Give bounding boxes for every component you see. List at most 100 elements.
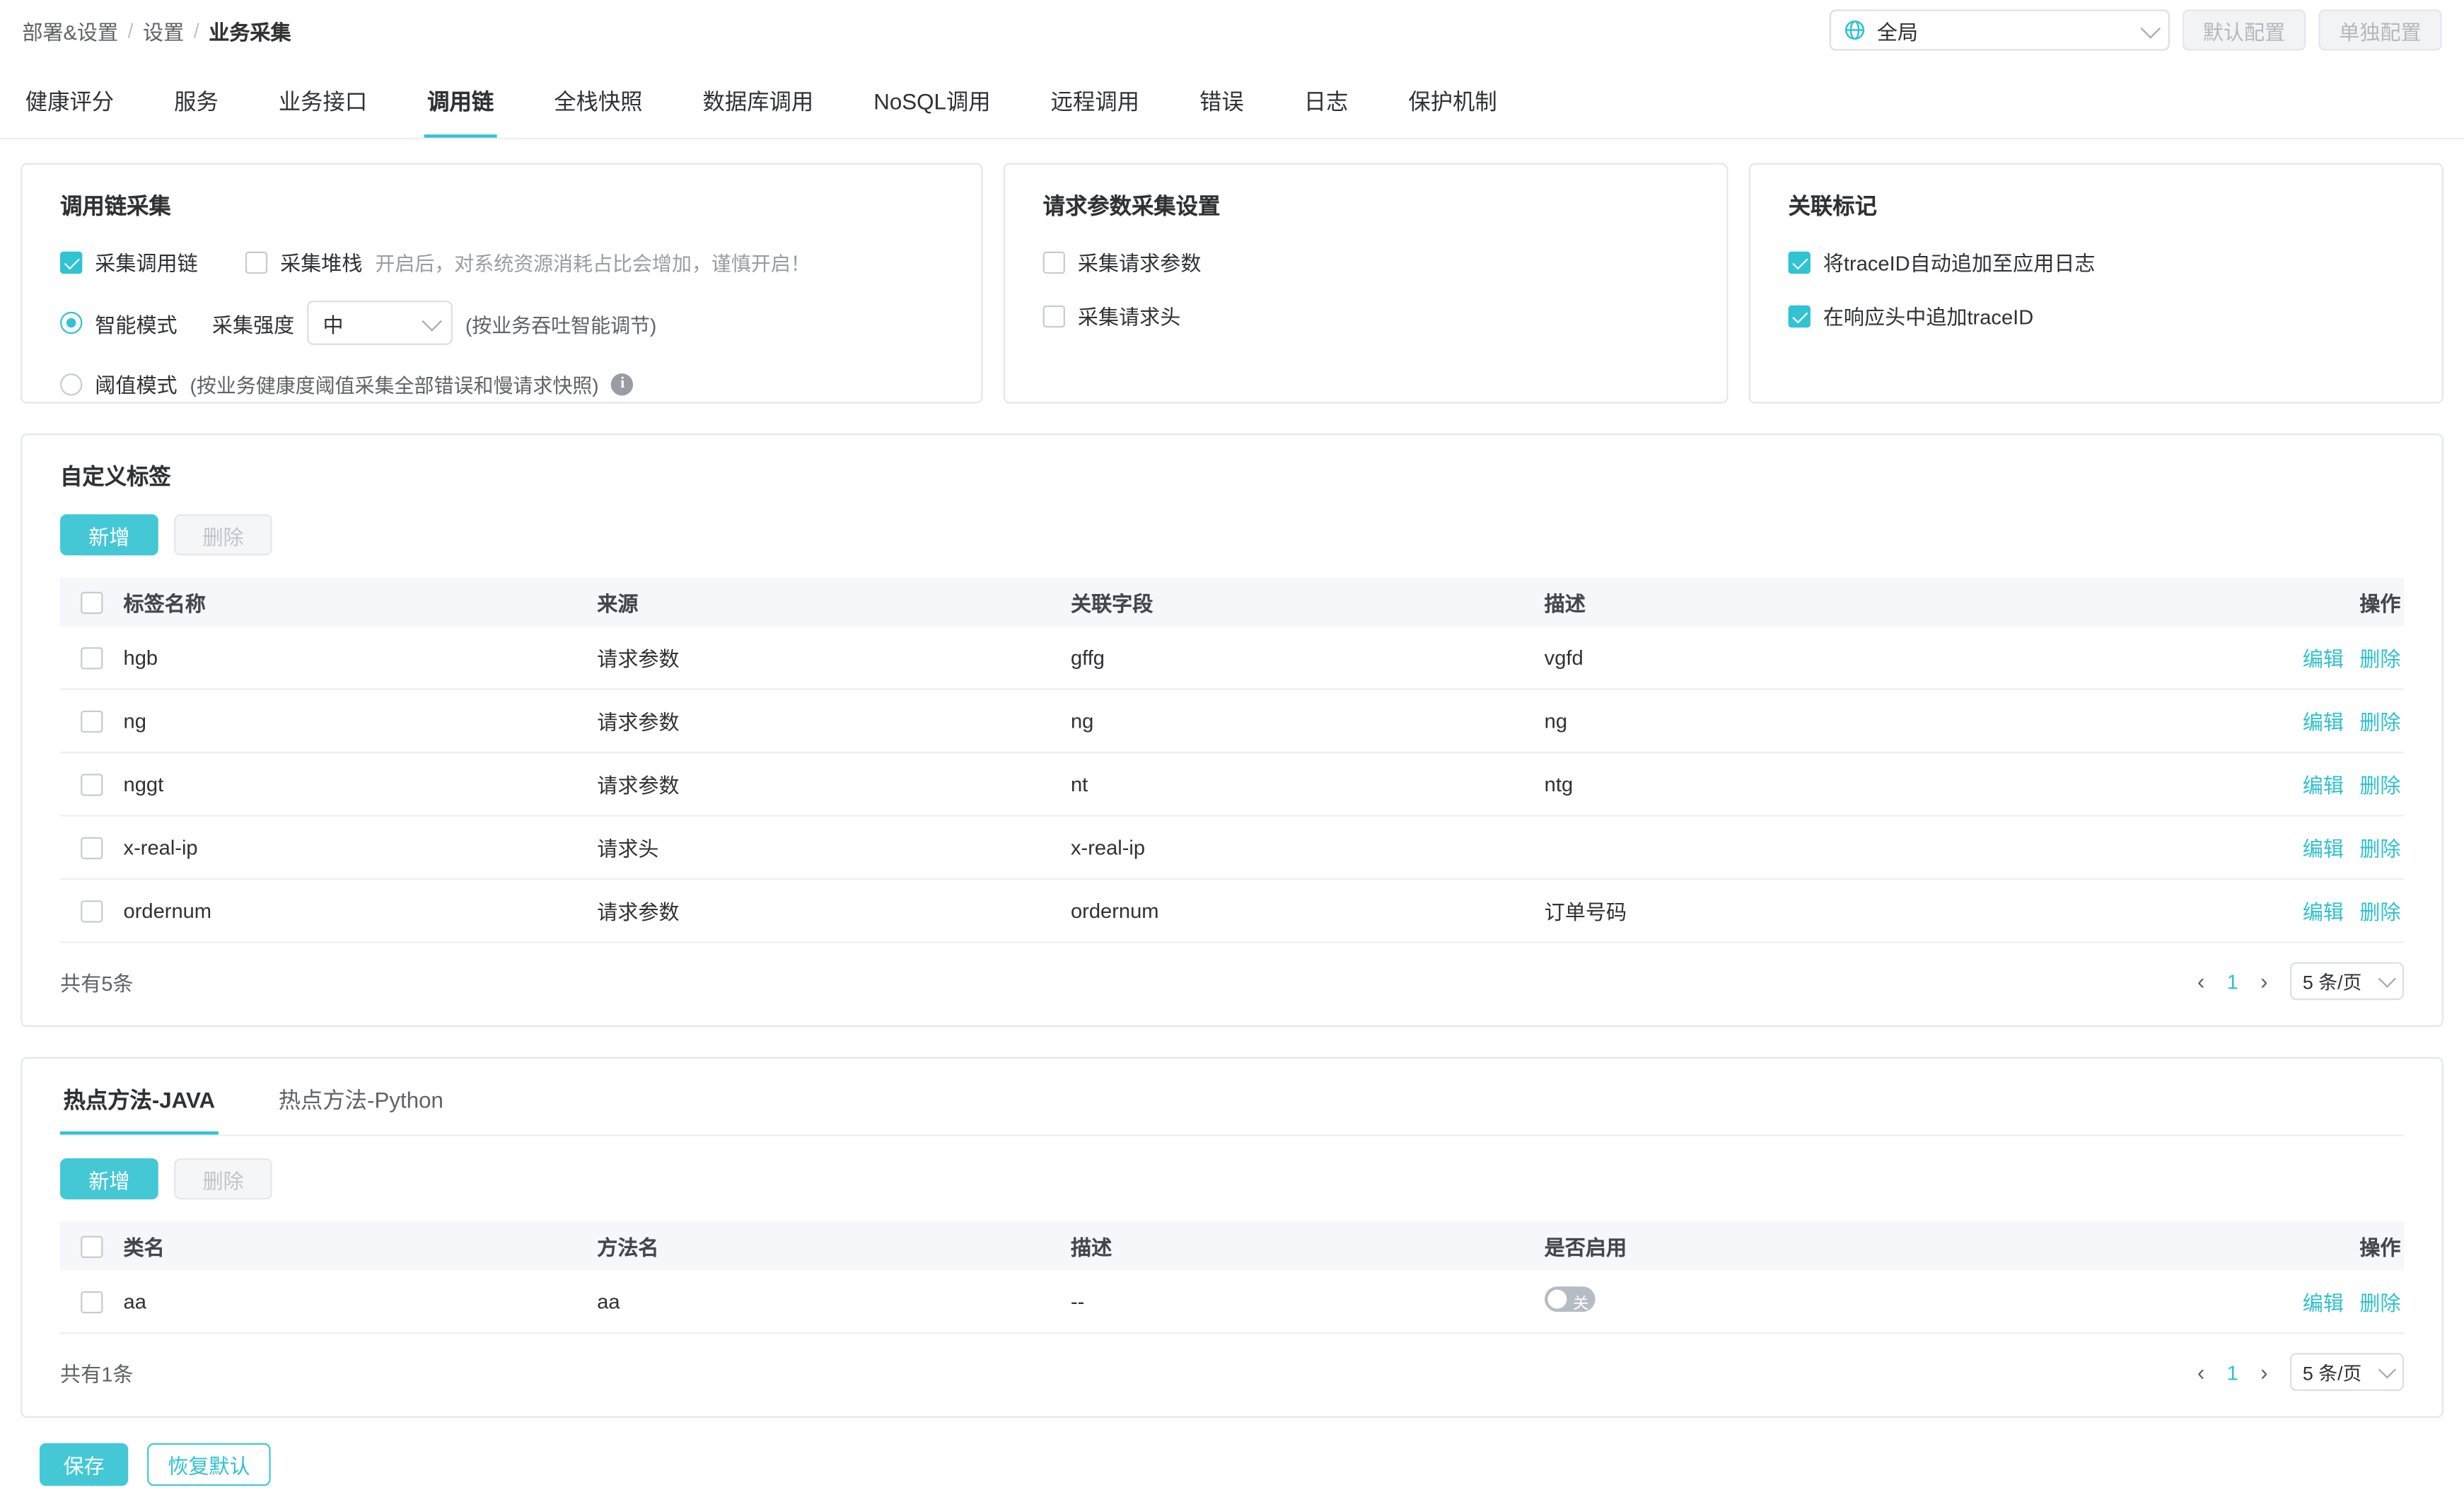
tab-trace[interactable]: 调用链 (424, 66, 497, 138)
select-all-checkbox[interactable] (81, 590, 103, 614)
delete-link[interactable]: 删除 (2359, 769, 2400, 800)
enable-toggle[interactable]: 关 (1544, 1286, 1596, 1312)
row-checkbox[interactable] (81, 646, 103, 669)
method-desc: -- (1070, 1289, 1085, 1314)
prev-page-icon[interactable]: ‹ (2197, 1361, 2204, 1382)
tag-name: ng (123, 709, 146, 733)
edit-link[interactable]: 编辑 (2303, 706, 2344, 736)
tab-remote-call[interactable]: 远程调用 (1047, 66, 1142, 138)
col-header: 类名 (123, 1235, 165, 1260)
tab-health-score[interactable]: 健康评分 (22, 66, 117, 138)
tab-service[interactable]: 服务 (171, 66, 222, 138)
add-tag-button[interactable]: 新增 (60, 514, 158, 556)
col-header: 是否启用 (1544, 1235, 1627, 1260)
tab-fullstack-snapshot[interactable]: 全栈快照 (551, 66, 646, 138)
scope-select[interactable]: 全局 (1829, 9, 2170, 51)
collect-stack-hint: 开启后，对系统资源消耗占比会增加，谨慎开启！ (375, 253, 810, 276)
delete-link[interactable]: 删除 (2359, 643, 2400, 673)
default-config-button[interactable]: 默认配置 (2182, 9, 2306, 51)
row-checkbox[interactable] (81, 1290, 103, 1313)
edit-link[interactable]: 编辑 (2303, 1286, 2344, 1317)
tab-hot-methods-python[interactable]: 热点方法-Python (275, 1084, 446, 1135)
delete-link[interactable]: 删除 (2359, 896, 2400, 926)
tab-protection[interactable]: 保护机制 (1405, 66, 1500, 138)
col-header: 描述 (1070, 1235, 1112, 1260)
next-page-icon[interactable]: › (2260, 1361, 2267, 1382)
edit-link[interactable]: 编辑 (2303, 643, 2344, 673)
save-button[interactable]: 保存 (39, 1443, 129, 1486)
table-row: ng 请求参数 ng ng 编辑 删除 (60, 690, 2405, 754)
collect-headers-label: 采集请求头 (1077, 305, 1181, 330)
tab-log[interactable]: 日志 (1301, 66, 1352, 138)
delete-link[interactable]: 删除 (2359, 706, 2400, 736)
topbar: 部署&设置 / 设置 / 业务采集 全局 默认配置 单独配置 (0, 0, 2464, 57)
separate-config-button[interactable]: 单独配置 (2318, 9, 2442, 51)
col-header: 来源 (597, 591, 639, 616)
pagination: ‹ 1 › 5 条/页 (2197, 1353, 2405, 1391)
method-class: aa (123, 1289, 146, 1314)
table-row: nggt 请求参数 nt ntg 编辑 删除 (60, 753, 2405, 817)
breadcrumb-item[interactable]: 部署&设置 (22, 15, 118, 45)
add-method-button[interactable]: 新增 (60, 1158, 158, 1200)
col-header: 关联字段 (1070, 591, 1153, 616)
prev-page-icon[interactable]: ‹ (2197, 970, 2204, 992)
page-size-select[interactable]: 5 条/页 (2289, 1353, 2405, 1391)
tab-business-api[interactable]: 业务接口 (275, 66, 370, 138)
strength-select[interactable]: 中 (307, 301, 453, 345)
breadcrumb-item[interactable]: 设置 (143, 15, 184, 45)
threshold-mode-radio[interactable] (60, 372, 83, 395)
page-size-select[interactable]: 5 条/页 (2289, 962, 2405, 1001)
collect-params-checkbox[interactable] (1042, 250, 1065, 274)
page-number[interactable]: 1 (2227, 970, 2238, 994)
collect-trace-checkbox[interactable] (60, 250, 83, 274)
tag-field: ordernum (1070, 899, 1159, 923)
strength-select-value: 中 (322, 312, 344, 337)
card-title: 调用链采集 (60, 192, 171, 219)
collect-headers-checkbox[interactable] (1042, 304, 1065, 327)
info-icon[interactable]: i (611, 372, 634, 395)
append-traceid-header-checkbox[interactable] (1788, 304, 1811, 327)
hot-methods-section: 热点方法-JAVA 热点方法-Python 新增 删除 类名 方法名 描述 是否… (21, 1056, 2444, 1418)
col-header: 标签名称 (123, 591, 206, 616)
table-row: x-real-ip 请求头 x-real-ip 编辑 删除 (60, 817, 2405, 880)
tag-desc: 订单号码 (1544, 900, 1627, 924)
tag-field: gffg (1070, 645, 1105, 670)
tab-nosql-call[interactable]: NoSQL调用 (871, 66, 994, 138)
restore-default-button[interactable]: 恢复默认 (147, 1443, 271, 1486)
strength-label: 采集强度 (211, 312, 295, 337)
collect-stack-label: 采集堆栈 (280, 251, 363, 276)
delete-link[interactable]: 删除 (2359, 1286, 2400, 1317)
delete-tag-button[interactable]: 删除 (174, 514, 272, 556)
tag-name: ordernum (123, 899, 212, 923)
custom-tags-section: 自定义标签 新增 删除 标签名称 来源 关联字段 描述 操作 hgb 请求参数 … (21, 433, 2444, 1027)
smart-mode-radio[interactable] (60, 311, 83, 334)
edit-link[interactable]: 编辑 (2303, 769, 2344, 800)
row-checkbox[interactable] (81, 836, 103, 858)
append-traceid-log-checkbox[interactable] (1788, 250, 1811, 274)
tab-hot-methods-java[interactable]: 热点方法-JAVA (60, 1084, 219, 1135)
col-header-actions: 操作 (2359, 1235, 2401, 1260)
delete-method-button[interactable]: 删除 (174, 1158, 272, 1200)
col-header: 方法名 (597, 1235, 659, 1260)
page-size-value: 5 条/页 (2302, 970, 2362, 994)
chevron-down-icon (2378, 970, 2397, 988)
col-header: 描述 (1544, 591, 1586, 616)
row-checkbox[interactable] (81, 900, 103, 922)
tag-field: x-real-ip (1070, 835, 1146, 860)
tag-field: nt (1070, 772, 1088, 796)
select-all-checkbox[interactable] (81, 1235, 103, 1257)
next-page-icon[interactable]: › (2260, 970, 2267, 992)
page: 部署&设置 / 设置 / 业务采集 全局 默认配置 单独配置 健康评分 服务 业… (0, 0, 2464, 1486)
tag-source: 请求参数 (597, 647, 680, 671)
row-checkbox[interactable] (81, 773, 103, 796)
row-checkbox[interactable] (81, 709, 103, 732)
page-number[interactable]: 1 (2227, 1360, 2238, 1384)
pagination: ‹ 1 › 5 条/页 (2197, 962, 2405, 1001)
tab-error[interactable]: 错误 (1197, 66, 1248, 138)
collect-stack-checkbox[interactable] (245, 250, 268, 274)
delete-link[interactable]: 删除 (2359, 832, 2400, 863)
custom-tags-table: 标签名称 来源 关联字段 描述 操作 hgb 请求参数 gffg vgfd 编辑… (60, 577, 2405, 943)
tab-db-call[interactable]: 数据库调用 (699, 66, 817, 138)
edit-link[interactable]: 编辑 (2303, 832, 2344, 863)
edit-link[interactable]: 编辑 (2303, 896, 2344, 926)
